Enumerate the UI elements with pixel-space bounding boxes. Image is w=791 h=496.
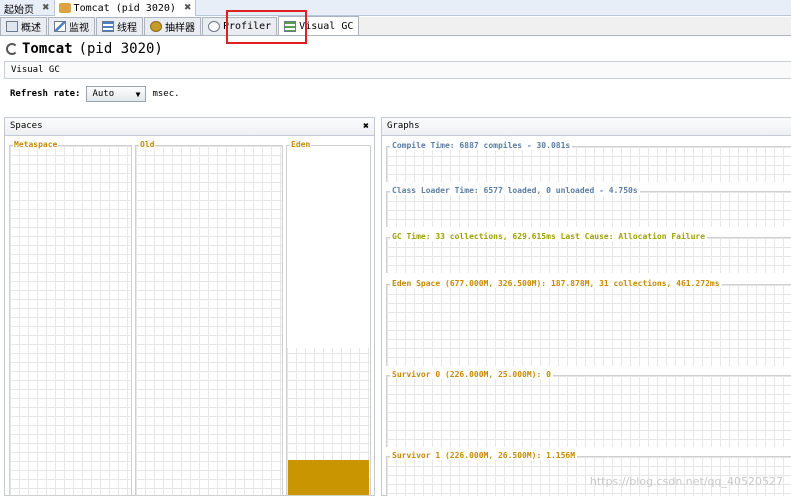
threads-icon: [102, 21, 114, 32]
overview-icon: [6, 21, 18, 32]
metaspace-label: Metaspace: [13, 140, 59, 149]
eden-space-graph: Eden Space (677.000M, 326.500M): 187.878…: [386, 279, 791, 366]
close-icon[interactable]: ✖: [42, 3, 50, 13]
graph-label: Survivor 1 (226.000M, 26.500M): 1.156M: [390, 451, 578, 460]
gc-time-graph: GC Time: 33 collections, 629.615ms Last …: [386, 232, 791, 273]
tab-profiler[interactable]: Profiler: [202, 17, 278, 35]
class-loader-graph: Class Loader Time: 6577 loaded, 0 unload…: [386, 186, 791, 227]
refresh-rate-unit: msec.: [152, 89, 180, 99]
tab-sampler[interactable]: 抽样器: [144, 17, 201, 35]
document-tab-bar: 起始页 ✖ Tomcat (pid 3020) ✖: [0, 0, 791, 16]
tab-monitor[interactable]: 监视: [48, 17, 95, 35]
eden-used-fill: [288, 460, 369, 495]
doc-tab-label: Tomcat (pid 3020): [73, 2, 176, 14]
graph-label: GC Time: 33 collections, 629.615ms Last …: [390, 232, 708, 241]
refresh-rate-value: Auto: [92, 89, 115, 99]
section-header: Visual GC: [4, 61, 791, 79]
eden-unallocated: [287, 146, 370, 348]
graph-label: Eden Space (677.000M, 326.500M): 187.878…: [390, 279, 722, 288]
metaspace-area: Metaspace: [9, 140, 132, 496]
graph-label: Compile Time: 6887 compiles - 30.081s: [390, 141, 573, 150]
doc-tab-label: 起始页: [4, 4, 34, 16]
eden-label: Eden: [290, 140, 312, 149]
watermark: https://blog.csdn.net/qq_40520527: [589, 475, 783, 488]
refresh-rate-label: Refresh rate:: [10, 89, 81, 99]
tab-overview[interactable]: 概述: [0, 17, 47, 35]
eden-area: Eden: [286, 140, 371, 496]
graphs-panel: Graphs Compile Time: 6887 compiles - 30.…: [381, 117, 791, 496]
visual-gc-icon: [284, 20, 297, 32]
close-icon[interactable]: ✖: [184, 3, 192, 13]
compile-time-graph: Compile Time: 6887 compiles - 30.081s: [386, 141, 791, 182]
graph-label: Survivor 0 (226.000M, 25.000M): 0: [390, 370, 553, 379]
close-icon[interactable]: ✖: [363, 118, 369, 135]
view-tab-bar: 概述 监视 线程 抽样器 Profiler Visual GC: [0, 16, 791, 36]
app-pid: (pid 3020): [78, 41, 163, 57]
tab-threads[interactable]: 线程: [96, 17, 143, 35]
doc-tab-tomcat[interactable]: Tomcat (pid 3020) ✖: [54, 0, 197, 16]
old-area: Old: [135, 140, 283, 496]
refresh-rate-select[interactable]: Auto ▼: [86, 86, 147, 102]
graphs-panel-header: Graphs: [382, 118, 791, 136]
tab-label: Profiler: [223, 21, 272, 32]
doc-tab-start-page[interactable]: 起始页 ✖: [0, 0, 55, 16]
section-title: Visual GC: [11, 65, 60, 75]
tab-visual-gc[interactable]: Visual GC: [278, 16, 360, 35]
page-title: Tomcat (pid 3020): [6, 41, 163, 57]
old-label: Old: [139, 140, 156, 149]
profiler-icon: [208, 21, 220, 32]
tab-label: 抽样器: [165, 23, 195, 34]
graph-label: Class Loader Time: 6577 loaded, 0 unload…: [390, 186, 640, 195]
sampler-icon: [150, 21, 162, 32]
spaces-panel: Spaces ✖ Metaspace Old Eden: [4, 117, 375, 496]
refresh-icon: [6, 43, 18, 55]
refresh-rate-row: Refresh rate: Auto ▼ msec.: [10, 86, 180, 102]
tomcat-icon: [58, 3, 71, 13]
spaces-panel-header: Spaces ✖: [5, 118, 374, 136]
tab-label: Visual GC: [299, 20, 354, 32]
spaces-title: Spaces: [10, 121, 43, 131]
survivor-0-graph: Survivor 0 (226.000M, 25.000M): 0: [386, 370, 791, 447]
chevron-down-icon: ▼: [135, 89, 141, 99]
app-name: Tomcat: [22, 41, 73, 57]
tab-label: 概述: [21, 23, 41, 34]
tab-label: 线程: [117, 23, 137, 34]
tab-label: 监视: [69, 23, 89, 34]
graphs-title: Graphs: [387, 121, 420, 131]
monitor-icon: [54, 21, 66, 32]
